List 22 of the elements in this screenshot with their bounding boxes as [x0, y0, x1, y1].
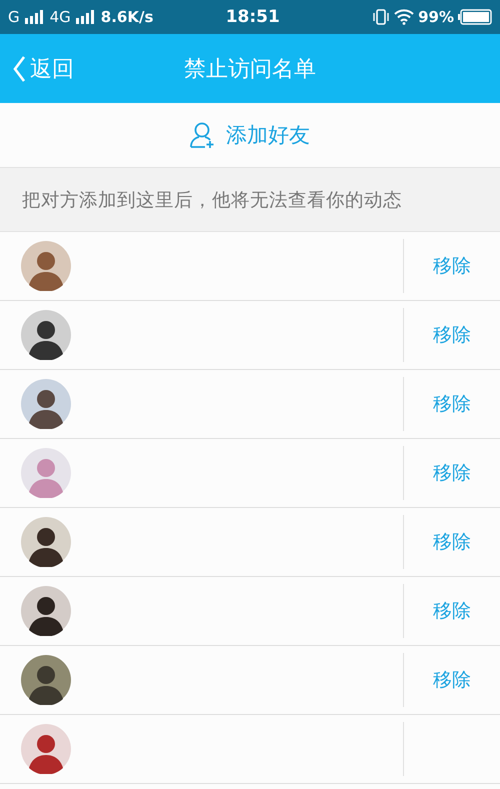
chevron-left-icon	[12, 54, 26, 82]
remove-button[interactable]: 移除	[433, 253, 471, 279]
page-title: 禁止访问名单	[184, 56, 316, 84]
remove-button[interactable]: 移除	[433, 322, 471, 348]
remove-button[interactable]: 移除	[433, 529, 471, 555]
network-speed: 8.6K/s	[100, 8, 154, 26]
clock: 18:51	[226, 7, 280, 27]
remove-button[interactable]: 移除	[433, 391, 471, 417]
remove-button[interactable]: 移除	[433, 598, 471, 624]
wifi-icon	[394, 9, 414, 25]
battery-percent: 99%	[418, 8, 454, 26]
notice-text: 把对方添加到这里后，他将无法查看你的动态	[22, 189, 402, 212]
network-label: 4G	[50, 8, 71, 26]
add-person-icon	[190, 121, 216, 149]
network-label: G	[8, 8, 20, 26]
remove-button[interactable]: 移除	[433, 667, 471, 693]
back-button[interactable]: 返回	[0, 54, 74, 84]
signal-icon	[24, 10, 46, 24]
vibrate-icon	[372, 9, 390, 25]
remove-button[interactable]: 移除	[433, 460, 471, 486]
signal-icon	[74, 10, 97, 24]
battery-icon	[458, 9, 492, 25]
